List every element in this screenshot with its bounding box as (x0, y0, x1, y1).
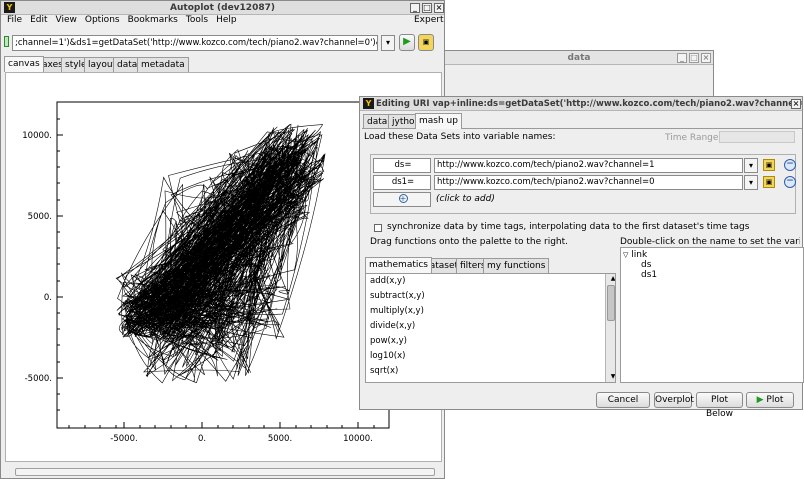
tab-canvas[interactable]: canvas (4, 56, 44, 72)
data-close-button[interactable]: × (701, 53, 711, 63)
menu-help[interactable]: Help (212, 14, 241, 26)
sync-label: synchronize data by time tags, interpola… (387, 222, 750, 232)
go-button[interactable]: ▶ (399, 34, 415, 51)
editor-tab-panel: Load these Data Sets into variable names… (362, 128, 804, 383)
remove-row-button[interactable]: − (784, 176, 796, 188)
uri-dropdown-button[interactable]: ▾ (744, 158, 758, 173)
function-item[interactable]: subtract(x,y) (366, 289, 615, 304)
autoplot-titlebar: Y Autoplot (dev12087) _ □ × (1, 1, 444, 15)
tree-root-label: link (631, 250, 648, 260)
close-button[interactable]: × (434, 3, 444, 13)
scroll-up-icon[interactable]: ▲ (606, 274, 615, 283)
function-item[interactable]: add(x,y) (366, 274, 615, 289)
functab-my-functions[interactable]: my functions (483, 258, 550, 273)
menu-tools[interactable]: Tools (182, 14, 212, 26)
time-range-label: Time Range: (665, 133, 722, 143)
menu-bookmarks[interactable]: Bookmarks (124, 14, 182, 26)
x-tick-label: 0. (198, 434, 206, 444)
uri-dropdown-button[interactable]: ▾ (381, 35, 395, 51)
editor-tab-mashup[interactable]: mash up (415, 113, 462, 129)
double-click-label: Double-click on the name to set the vari… (620, 237, 800, 247)
overplot-button[interactable]: Overplot (654, 392, 694, 408)
menu-options[interactable]: Options (81, 14, 124, 26)
editor-logo-icon: Y (363, 98, 374, 109)
browse-folder-icon[interactable]: ▣ (763, 159, 775, 171)
uri-field[interactable]: ;channel=1')&ds1=getDataSet('http://www.… (12, 35, 378, 51)
menubar: File Edit View Options Bookmarks Tools Help (3, 14, 241, 27)
data-window-titlebar: data _ □ × (445, 51, 713, 65)
function-scrollbar[interactable]: ▲ ▼ (605, 274, 615, 382)
editor-titlebar: Y Editing URI vap+inline:ds=getDataSet('… (360, 97, 802, 111)
editor-title: Editing URI vap+inline:ds=getDataSet('ht… (376, 99, 802, 109)
functab-mathematics[interactable]: mathematics (365, 257, 433, 273)
plot-button-label: Plot (766, 395, 784, 405)
data-window-title: data (567, 53, 591, 63)
uri-dropdown-button[interactable]: ▾ (744, 175, 758, 190)
trace-path (115, 123, 326, 384)
scroll-down-icon[interactable]: ▼ (606, 372, 615, 381)
y-tick-label: 5000. (28, 212, 52, 222)
expand-triangle-icon: ▽ (623, 251, 629, 259)
y-tick-label: 0. (44, 293, 52, 303)
browse-button[interactable]: ▣ (418, 34, 434, 51)
plot-trace (115, 123, 326, 384)
datasets-panel: ds= http://www.kozco.com/tech/piano2.wav… (370, 154, 796, 214)
remove-row-button[interactable]: − (784, 159, 796, 171)
minimize-button[interactable]: _ (410, 3, 420, 13)
variable-name-field[interactable]: ds= (373, 158, 431, 173)
drag-functions-label: Drag functions onto the palette to the r… (370, 237, 569, 247)
y-tick-label: -5000. (25, 374, 52, 384)
function-item[interactable]: pow(x,y) (366, 334, 615, 349)
tree-child[interactable]: ds1 (641, 270, 657, 280)
cancel-button[interactable]: Cancel (596, 392, 650, 408)
plot-below-button[interactable]: Plot Below (696, 392, 743, 419)
autoplot-title: Autoplot (dev12087) (170, 3, 275, 13)
editor-dialog: Y Editing URI vap+inline:ds=getDataSet('… (359, 96, 804, 419)
load-label: Load these Data Sets into variable names… (364, 132, 556, 142)
expert-menu[interactable]: Expert (414, 14, 444, 26)
plot-button[interactable]: ▶ Plot (746, 392, 794, 408)
function-item[interactable]: sqrt(x) (366, 364, 615, 379)
dataset-uri-field[interactable]: http://www.kozco.com/tech/piano2.wav?cha… (434, 175, 743, 190)
x-tick-label: 5000. (268, 434, 292, 444)
status-bar (15, 468, 435, 476)
data-minimize-button[interactable]: _ (677, 53, 687, 63)
variable-name-field[interactable]: ds1= (373, 175, 431, 190)
dataset-uri-field[interactable]: http://www.kozco.com/tech/piano2.wav?cha… (434, 158, 743, 173)
editor-close-button[interactable]: × (791, 99, 801, 109)
x-tick-label: -5000. (110, 434, 137, 444)
plus-icon: + (398, 194, 408, 203)
function-item[interactable]: multiply(x,y) (366, 304, 615, 319)
folder-icon: ▣ (422, 38, 430, 46)
plot-arrow-icon: ▶ (756, 395, 764, 405)
function-item[interactable]: divide(x,y) (366, 319, 615, 334)
data-source-icon (4, 36, 9, 47)
menu-view[interactable]: View (52, 14, 81, 26)
tab-metadata[interactable]: metadata (137, 57, 189, 72)
x-tick-label: 10000. (343, 434, 373, 444)
add-row-button[interactable]: + (373, 192, 431, 207)
click-to-add-label: (click to add) (436, 194, 495, 204)
function-list: add(x,y) subtract(x,y) multiply(x,y) div… (365, 273, 616, 383)
expression-tree[interactable]: ▽ link ds ds1 (620, 247, 804, 383)
function-item[interactable]: log10(x) (366, 349, 615, 364)
y-tick-label: 10000. (22, 131, 52, 141)
data-window: data _ □ × (444, 50, 714, 100)
tree-child[interactable]: ds (641, 260, 651, 270)
time-range-field (719, 131, 795, 143)
maximize-button[interactable]: □ (422, 3, 432, 13)
browse-folder-icon[interactable]: ▣ (763, 176, 775, 188)
menu-file[interactable]: File (3, 14, 26, 26)
menu-edit[interactable]: Edit (26, 14, 51, 26)
scroll-thumb[interactable] (607, 285, 615, 321)
sync-checkbox[interactable] (374, 224, 382, 232)
data-maximize-button[interactable]: □ (689, 53, 699, 63)
autoplot-logo-icon: Y (4, 2, 15, 13)
play-icon: ▶ (403, 36, 411, 47)
